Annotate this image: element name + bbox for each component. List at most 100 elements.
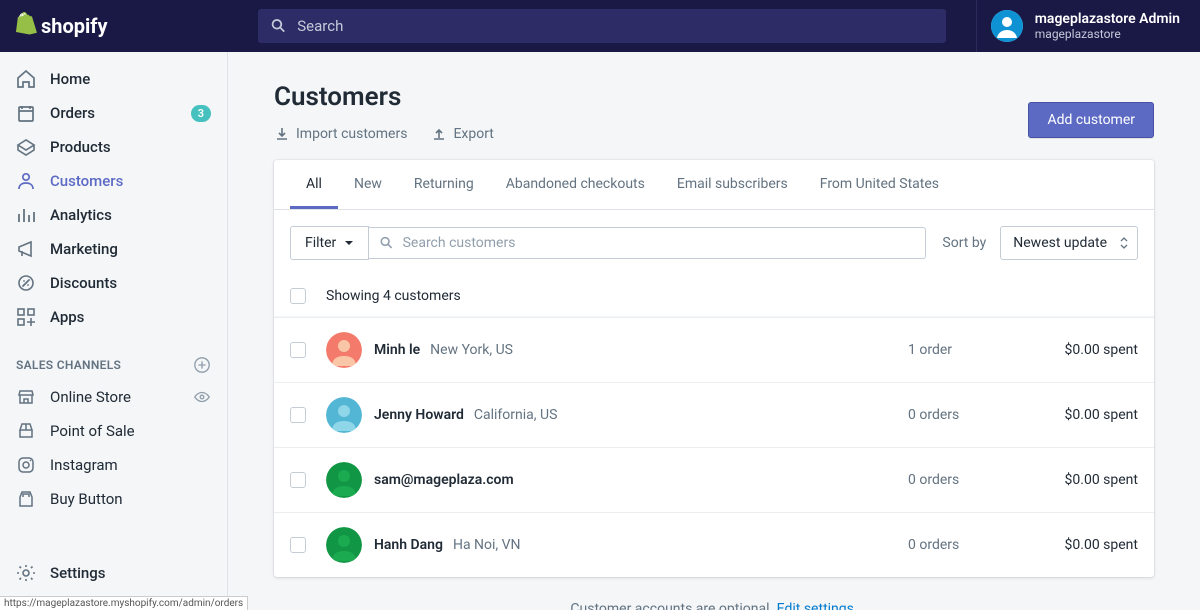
filter-button[interactable]: Filter <box>290 226 369 260</box>
customer-row[interactable]: Minh le New York, US 1 order$0.00 spent <box>274 317 1154 382</box>
page-header: Customers Import customers Export Add cu… <box>228 52 1200 160</box>
store-name: mageplazastore <box>1035 27 1180 41</box>
customer-name: Minh le <box>374 342 420 358</box>
edit-settings-link[interactable]: Edit settings <box>777 601 854 610</box>
export-label: Export <box>453 126 493 142</box>
nav-label: Home <box>50 70 211 88</box>
row-checkbox[interactable] <box>290 537 306 553</box>
channel-label: Instagram <box>50 456 211 474</box>
settings-label: Settings <box>50 564 106 582</box>
customer-location: New York, US <box>430 342 513 358</box>
status-url: https://mageplazastore.myshopify.com/adm… <box>0 596 248 610</box>
tab-abandoned[interactable]: Abandoned checkouts <box>490 160 661 209</box>
customer-row[interactable]: Jenny HowardCalifornia, US0 orders$0.00 … <box>274 382 1154 447</box>
channel-label: Point of Sale <box>50 422 211 440</box>
nav-label: Discounts <box>50 274 211 292</box>
customer-orders: 1 order <box>908 342 1018 358</box>
eye-icon[interactable] <box>193 388 211 406</box>
sort-value: Newest update <box>1013 235 1107 251</box>
instagram-icon <box>16 455 36 475</box>
nav-label: Orders <box>50 104 191 122</box>
page-title: Customers <box>274 82 494 112</box>
orders-badge: 3 <box>191 105 211 122</box>
export-button[interactable]: Export <box>431 126 493 142</box>
select-all-checkbox[interactable] <box>290 288 306 304</box>
topbar: shopify mageplazastore Admin mageplazast… <box>0 0 1200 52</box>
orders-icon <box>16 103 36 123</box>
channel-label: Buy Button <box>50 490 211 508</box>
footer-text: Customer accounts are optional. <box>570 601 776 610</box>
customers-icon <box>16 171 36 191</box>
section-title-text: SALES CHANNELS <box>16 358 121 372</box>
customer-location: Ha Noi, VN <box>453 537 521 553</box>
customer-search-input[interactable] <box>403 235 916 251</box>
customer-row[interactable]: sam@mageplaza.com0 orders$0.00 spent <box>274 447 1154 512</box>
caret-down-icon <box>344 238 354 248</box>
sales-channels-header: SALES CHANNELS <box>0 334 227 380</box>
customer-orders: 0 orders <box>908 537 1018 553</box>
buy-button-icon <box>16 489 36 509</box>
nav-list: Home Orders 3 Products Customers Analyti… <box>0 52 227 334</box>
user-menu[interactable]: mageplazastore Admin mageplazastore <box>976 0 1200 52</box>
add-channel-icon[interactable] <box>193 356 211 374</box>
showing-row: Showing 4 customers <box>274 276 1154 317</box>
channel-online-store[interactable]: Online Store <box>0 380 227 414</box>
channel-buy-button[interactable]: Buy Button <box>0 482 227 516</box>
tab-returning[interactable]: Returning <box>398 160 490 209</box>
logo[interactable]: shopify <box>0 12 228 40</box>
user-info: mageplazastore Admin mageplazastore <box>1035 11 1180 41</box>
channel-instagram[interactable]: Instagram <box>0 448 227 482</box>
tab-email-subscribers[interactable]: Email subscribers <box>661 160 804 209</box>
tabs: All New Returning Abandoned checkouts Em… <box>274 160 1154 210</box>
sidebar-item-home[interactable]: Home <box>0 62 227 96</box>
customer-spent: $0.00 spent <box>1018 472 1138 488</box>
sidebar-item-discounts[interactable]: Discounts <box>0 266 227 300</box>
sidebar: Home Orders 3 Products Customers Analyti… <box>0 52 228 610</box>
user-name: mageplazastore Admin <box>1035 11 1180 27</box>
footer-after: . <box>854 601 858 610</box>
tab-from-us[interactable]: From United States <box>804 160 955 209</box>
customer-location: California, US <box>474 407 558 423</box>
row-checkbox[interactable] <box>290 342 306 358</box>
customer-spent: $0.00 spent <box>1018 342 1138 358</box>
footer-note: Customer accounts are optional. Edit set… <box>228 577 1200 610</box>
customer-row[interactable]: Hanh DangHa Noi, VN0 orders$0.00 spent <box>274 512 1154 577</box>
customer-spent: $0.00 spent <box>1018 407 1138 423</box>
channel-pos[interactable]: Point of Sale <box>0 414 227 448</box>
store-icon <box>16 387 36 407</box>
main: Customers Import customers Export Add cu… <box>228 52 1200 610</box>
sidebar-item-apps[interactable]: Apps <box>0 300 227 334</box>
import-label: Import customers <box>296 126 407 142</box>
sort-select[interactable]: Newest update <box>1000 226 1138 260</box>
tab-all[interactable]: All <box>290 160 338 209</box>
shopify-logo-icon: shopify <box>14 12 124 40</box>
sort-label: Sort by <box>942 235 986 251</box>
customer-orders: 0 orders <box>908 407 1018 423</box>
sidebar-item-marketing[interactable]: Marketing <box>0 232 227 266</box>
nav-label: Customers <box>50 172 211 190</box>
sidebar-item-orders[interactable]: Orders 3 <box>0 96 227 130</box>
search-box[interactable] <box>258 9 946 43</box>
channel-label: Online Store <box>50 388 193 406</box>
search-input[interactable] <box>297 17 934 35</box>
marketing-icon <box>16 239 36 259</box>
svg-text:shopify: shopify <box>41 14 108 38</box>
nav-label: Apps <box>50 308 211 326</box>
sidebar-item-analytics[interactable]: Analytics <box>0 198 227 232</box>
home-icon <box>16 69 36 89</box>
filter-row: Filter Sort by Newest update <box>274 210 1154 276</box>
search-container <box>228 9 976 43</box>
sort-arrows-icon <box>1119 236 1129 250</box>
row-checkbox[interactable] <box>290 407 306 423</box>
add-customer-button[interactable]: Add customer <box>1028 102 1154 138</box>
sidebar-settings[interactable]: Settings <box>0 556 227 590</box>
customer-search[interactable] <box>369 227 926 259</box>
row-checkbox[interactable] <box>290 472 306 488</box>
sidebar-item-products[interactable]: Products <box>0 130 227 164</box>
import-customers-button[interactable]: Import customers <box>274 126 407 142</box>
analytics-icon <box>16 205 36 225</box>
tab-new[interactable]: New <box>338 160 398 209</box>
sidebar-item-customers[interactable]: Customers <box>0 164 227 198</box>
pos-icon <box>16 421 36 441</box>
search-icon <box>270 17 287 35</box>
